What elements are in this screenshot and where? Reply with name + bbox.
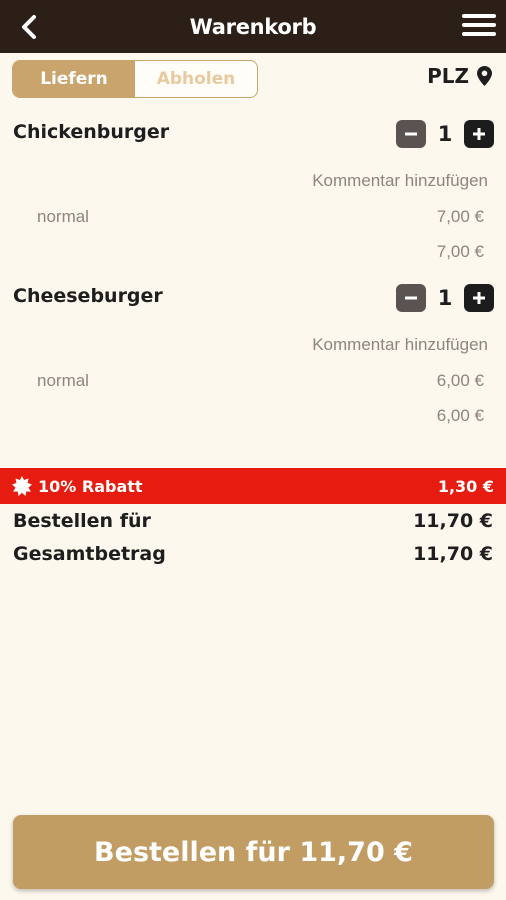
quantity-value: 1 (437, 122, 453, 146)
postcode-label: PLZ (427, 64, 469, 88)
hamburger-menu-icon (462, 14, 496, 18)
add-comment-link[interactable]: Kommentar hinzufügen (312, 335, 488, 355)
order-for-label: Bestellen für (13, 510, 151, 532)
place-order-button[interactable]: Bestellen für 11,70 € (13, 815, 494, 889)
minus-icon (405, 296, 417, 300)
tab-abholen[interactable]: Abholen (135, 61, 257, 97)
order-for-row: Bestellen für 11,70 € (13, 510, 493, 532)
total-value: 11,70 € (413, 543, 493, 565)
item-variant: normal (37, 207, 89, 226)
plus-icon (473, 292, 485, 304)
location-pin-icon (477, 66, 492, 86)
page-title: Warenkorb (189, 14, 317, 39)
badge-burst-icon (12, 476, 32, 496)
cart-item-name: Chickenburger (13, 121, 170, 143)
tab-liefern[interactable]: Liefern (13, 61, 135, 97)
increase-quantity-button[interactable] (464, 120, 494, 148)
quantity-stepper: 1 (396, 284, 494, 312)
menu-button[interactable] (462, 14, 496, 40)
minus-icon (405, 132, 417, 136)
discount-banner: 10% Rabatt 1,30 € (0, 468, 506, 504)
add-comment-link[interactable]: Kommentar hinzufügen (312, 171, 488, 191)
delivery-mode-toggle: Liefern Abholen (12, 60, 258, 98)
total-row: Gesamtbetrag 11,70 € (13, 543, 493, 565)
variant-price: 6,00 € (436, 371, 484, 390)
plus-icon (473, 128, 485, 140)
chevron-left-icon (22, 15, 36, 39)
order-for-value: 11,70 € (413, 510, 493, 532)
item-total: 7,00 € (436, 242, 484, 261)
quantity-value: 1 (437, 286, 453, 310)
discount-amount: 1,30 € (437, 476, 494, 496)
cart-item-name: Cheeseburger (13, 285, 163, 307)
discount-label: 10% Rabatt (38, 476, 143, 496)
app-header: Warenkorb (0, 0, 506, 53)
increase-quantity-button[interactable] (464, 284, 494, 312)
item-total: 6,00 € (436, 406, 484, 425)
item-variant: normal (37, 371, 89, 390)
postcode-selector[interactable]: PLZ (427, 64, 492, 88)
total-label: Gesamtbetrag (13, 543, 166, 565)
quantity-stepper: 1 (396, 120, 494, 148)
decrease-quantity-button[interactable] (396, 120, 426, 148)
variant-price: 7,00 € (436, 207, 484, 226)
back-button[interactable] (12, 10, 46, 44)
decrease-quantity-button[interactable] (396, 284, 426, 312)
